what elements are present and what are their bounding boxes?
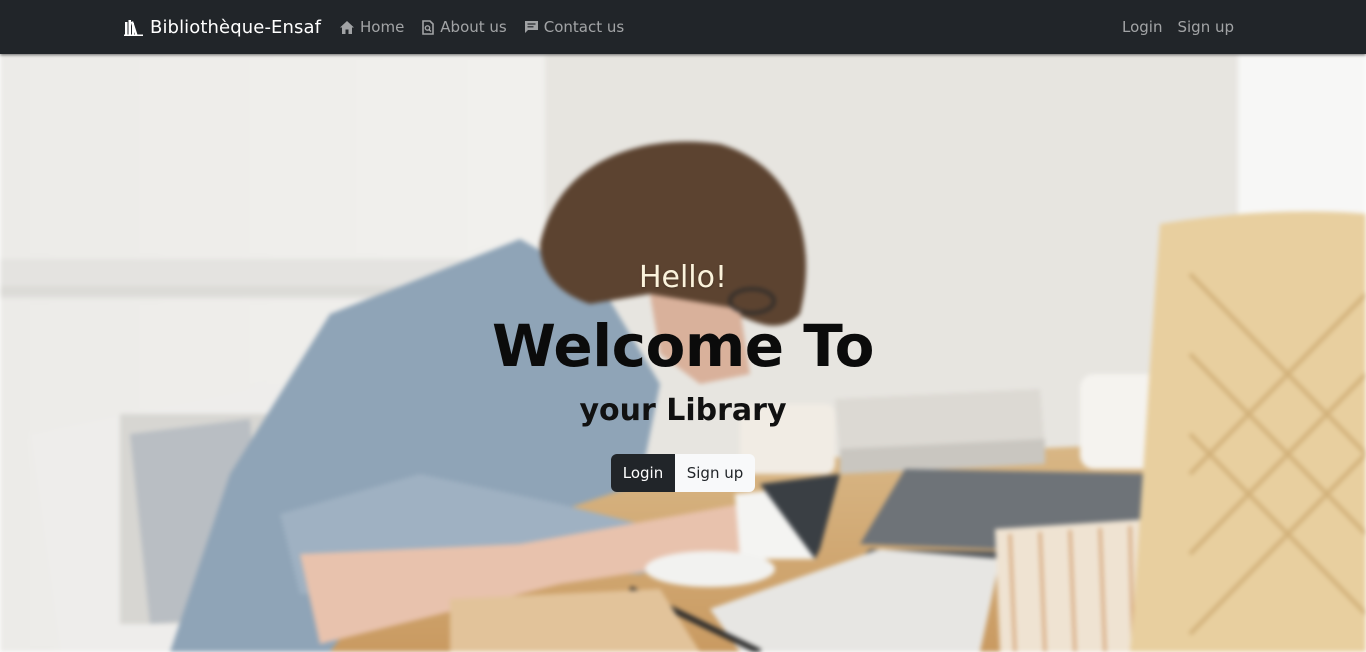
brand-name: Bibliothèque-Ensaf: [150, 16, 322, 38]
auth-nav: Login Sign up: [1107, 0, 1234, 54]
hero-signup-button[interactable]: Sign up: [675, 454, 755, 492]
brand-link[interactable]: Bibliothèque-Ensaf: [124, 0, 321, 54]
nav-about[interactable]: About us: [421, 18, 507, 36]
nav-contact-label: Contact us: [543, 18, 625, 36]
nav-home-label: Home: [360, 18, 405, 36]
hero-login-button[interactable]: Login: [611, 454, 675, 492]
search-doc-icon: [421, 19, 435, 35]
main-nav: Home About us Contact us: [339, 0, 641, 54]
navbar: Bibliothèque-Ensaf Home About us Contact…: [0, 0, 1366, 54]
hero-greeting: Hello!: [638, 260, 728, 295]
hero-section: Hello! Welcome To your Library Login Sig…: [0, 54, 1366, 652]
nav-login[interactable]: Login: [1122, 18, 1162, 36]
nav-contact[interactable]: Contact us: [524, 18, 624, 36]
home-icon: [339, 20, 355, 35]
nav-home[interactable]: Home: [339, 18, 404, 36]
books-icon: [124, 18, 144, 36]
hero-subheadline: your Library: [579, 393, 787, 428]
nav-about-label: About us: [440, 18, 507, 36]
nav-signup[interactable]: Sign up: [1177, 18, 1234, 36]
hero-content: Hello! Welcome To your Library Login Sig…: [0, 54, 1366, 652]
message-icon: [524, 20, 539, 34]
hero-headline: Welcome To: [491, 312, 875, 380]
hero-button-group: Login Sign up: [611, 454, 755, 492]
